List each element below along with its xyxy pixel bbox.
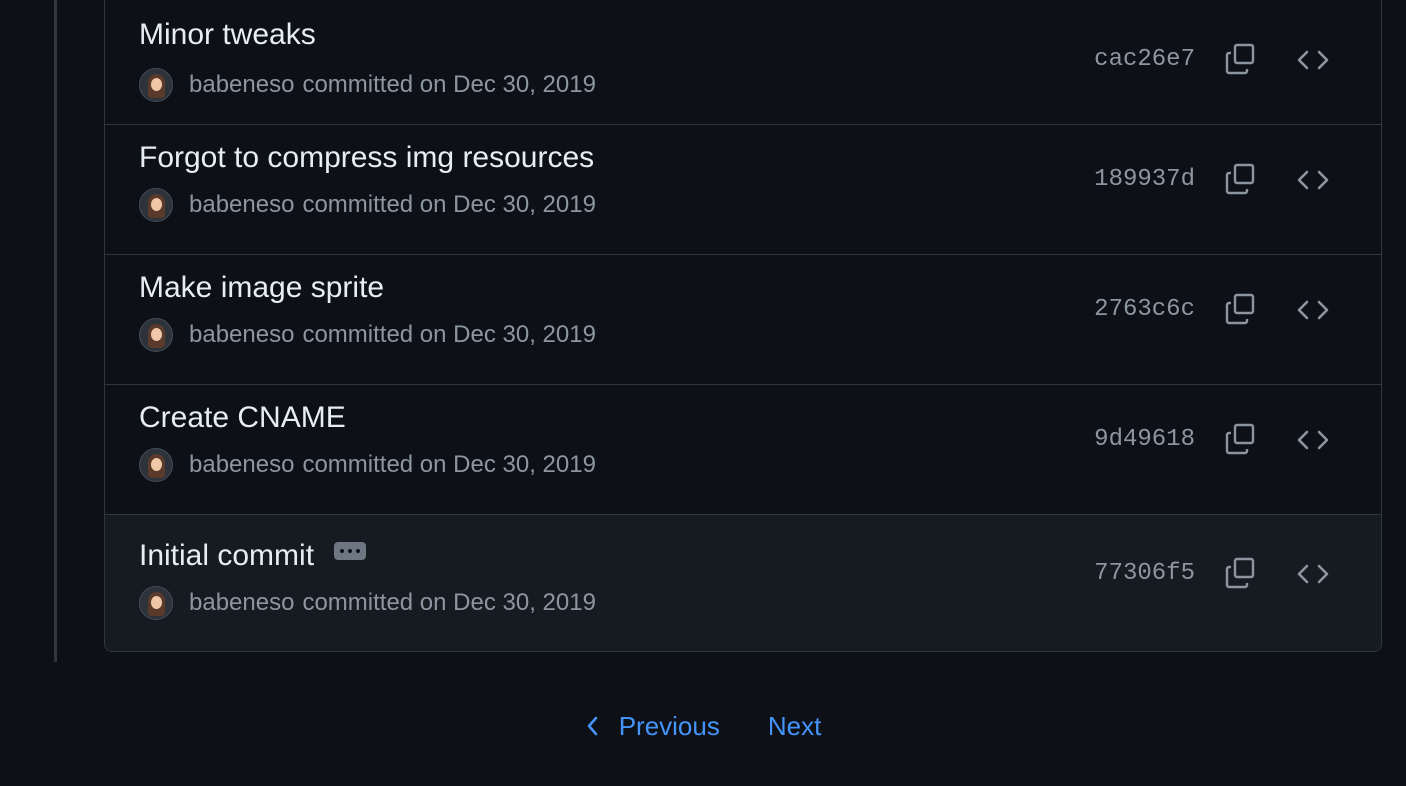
commit-meta: babeneso committed on Dec 30, 2019 — [139, 586, 596, 620]
code-icon — [1297, 300, 1329, 320]
commit-title-link[interactable]: Forgot to compress img resources — [139, 141, 594, 175]
commit-author[interactable]: babeneso — [189, 191, 294, 219]
previous-page-button[interactable]: Previous — [585, 711, 720, 742]
commit-sha-link[interactable]: 77306f5 — [1094, 560, 1195, 587]
avatar[interactable] — [139, 586, 173, 620]
browse-repo-button[interactable] — [1293, 40, 1333, 80]
copy-icon — [1225, 557, 1255, 589]
commit-meta: babeneso committed on Dec 30, 2019 — [139, 318, 596, 352]
copy-icon — [1225, 163, 1255, 195]
copy-sha-button[interactable] — [1221, 160, 1261, 200]
code-icon — [1297, 430, 1329, 450]
commit-date: committed on Dec 30, 2019 — [302, 589, 596, 616]
commit-meta: babeneso committed on Dec 30, 2019 — [139, 68, 596, 102]
browse-repo-button[interactable] — [1293, 420, 1333, 460]
next-page-button[interactable]: Next — [768, 711, 821, 742]
commit-title-link[interactable]: Create CNAME — [139, 401, 346, 435]
commit-author[interactable]: babeneso — [189, 71, 294, 99]
avatar[interactable] — [139, 188, 173, 222]
copy-sha-button[interactable] — [1221, 290, 1261, 330]
browse-repo-button[interactable] — [1293, 290, 1333, 330]
commit-sha-link[interactable]: 9d49618 — [1094, 426, 1195, 453]
browse-repo-button[interactable] — [1293, 554, 1333, 594]
copy-sha-button[interactable] — [1221, 420, 1261, 460]
pagination: Previous Next — [0, 706, 1406, 746]
commit-row: Initial commit babeneso committed on Dec… — [105, 515, 1381, 651]
code-icon — [1297, 50, 1329, 70]
commit-date: committed on Dec 30, 2019 — [302, 321, 596, 348]
commit-meta: babeneso committed on Dec 30, 2019 — [139, 448, 596, 482]
next-label: Next — [767, 710, 822, 741]
copy-icon — [1225, 423, 1255, 455]
commit-date: committed on Dec 30, 2019 — [302, 451, 596, 478]
commit-row: Minor tweaks babeneso committed on Dec 3… — [105, 0, 1381, 125]
expand-commit-message-button[interactable] — [334, 542, 367, 561]
copy-icon — [1225, 43, 1255, 75]
copy-icon — [1225, 293, 1255, 325]
copy-sha-button[interactable] — [1221, 554, 1261, 594]
commit-sha-link[interactable]: 2763c6c — [1094, 296, 1195, 323]
commit-row: Forgot to compress img resources babenes… — [105, 125, 1381, 255]
code-icon — [1297, 170, 1329, 190]
commit-title-wrapper: Initial commit — [139, 539, 367, 573]
commit-sha-link[interactable]: 189937d — [1094, 166, 1195, 193]
timeline-line — [54, 0, 57, 662]
kebab-horizontal-icon — [340, 549, 345, 554]
avatar[interactable] — [139, 68, 173, 102]
copy-sha-button[interactable] — [1221, 40, 1261, 80]
commit-row: Create CNAME babeneso committed on Dec 3… — [105, 385, 1381, 515]
commit-list: Minor tweaks babeneso committed on Dec 3… — [104, 0, 1382, 652]
commit-author[interactable]: babeneso — [189, 321, 294, 349]
browse-repo-button[interactable] — [1293, 160, 1333, 200]
commit-date: committed on Dec 30, 2019 — [302, 191, 596, 218]
chevron-left-icon — [587, 716, 597, 736]
commit-title-link[interactable]: Minor tweaks — [139, 18, 316, 52]
code-icon — [1297, 564, 1329, 584]
commit-title-link[interactable]: Initial commit — [139, 539, 314, 572]
commit-author[interactable]: babeneso — [189, 451, 294, 479]
commit-meta: babeneso committed on Dec 30, 2019 — [139, 188, 596, 222]
commit-sha-link[interactable]: cac26e7 — [1094, 46, 1195, 73]
previous-label: Previous — [618, 710, 720, 741]
commit-title-link[interactable]: Make image sprite — [139, 271, 384, 305]
commit-date: committed on Dec 30, 2019 — [302, 71, 596, 98]
commit-row: Make image sprite babeneso committed on … — [105, 255, 1381, 385]
avatar[interactable] — [139, 448, 173, 482]
commit-author[interactable]: babeneso — [189, 589, 294, 617]
avatar[interactable] — [139, 318, 173, 352]
